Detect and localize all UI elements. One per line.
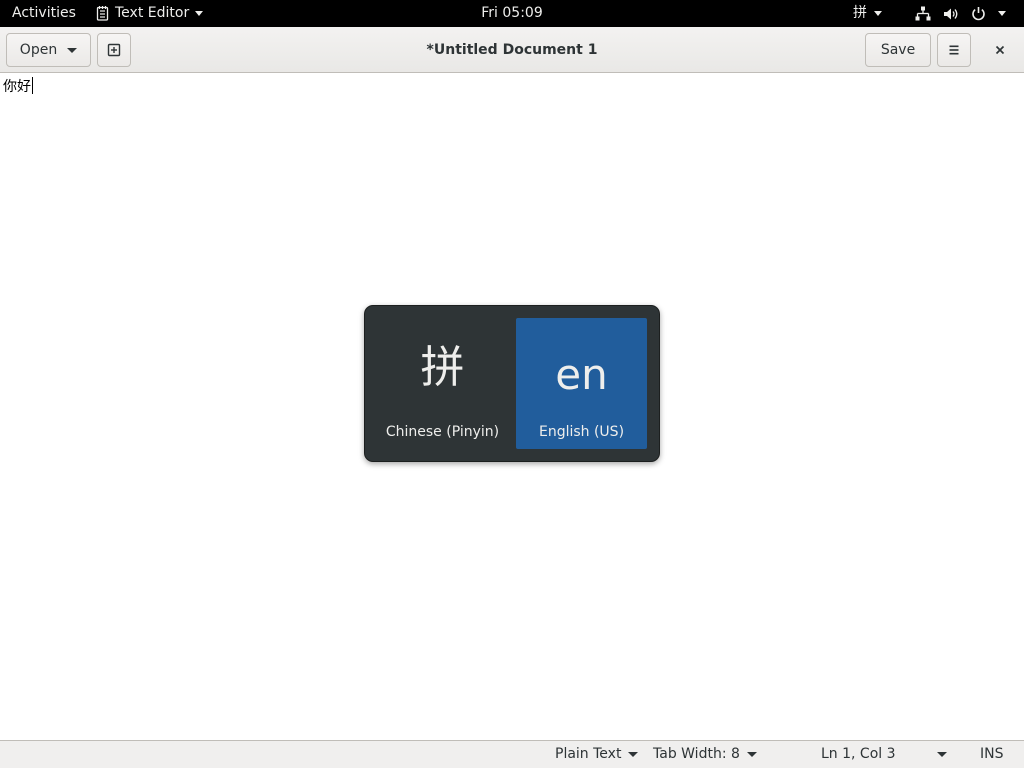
open-button[interactable]: Open <box>6 33 91 67</box>
text-editor-icon <box>96 6 109 21</box>
close-icon <box>995 45 1005 55</box>
open-button-label: Open <box>19 42 58 58</box>
main-menu-button[interactable] <box>937 33 971 67</box>
save-button[interactable]: Save <box>865 33 931 67</box>
chevron-down-icon <box>195 11 204 16</box>
cursor-position-label: Ln 1, Col 3 <box>821 746 896 762</box>
window-title: *Untitled Document 1 <box>426 42 598 58</box>
close-window-button[interactable] <box>983 33 1017 67</box>
input-method-menu[interactable]: 拼 <box>853 0 882 27</box>
chevron-down-icon <box>628 752 639 757</box>
language-label: Plain Text <box>555 746 622 762</box>
text-cursor <box>32 77 33 94</box>
input-source-label: English (US) <box>538 424 625 440</box>
chevron-down-icon <box>67 47 78 53</box>
input-source-chinese-pinyin[interactable]: 拼 Chinese (Pinyin) <box>377 318 508 449</box>
app-menu[interactable]: Text Editor <box>96 0 204 27</box>
input-source-english-us[interactable]: en English (US) <box>516 318 647 449</box>
status-bar: Plain Text Tab Width: 8 Ln 1, Col 3 INS <box>0 740 1024 768</box>
clock[interactable]: Fri 05:09 <box>481 5 542 21</box>
power-icon <box>972 7 985 21</box>
input-source-glyph: en <box>555 350 608 399</box>
input-source-glyph: 拼 <box>420 342 465 393</box>
new-document-button[interactable] <box>97 33 131 67</box>
chevron-down-icon <box>937 752 947 757</box>
editor-content: 你好 <box>3 79 31 95</box>
language-selector[interactable]: Plain Text <box>555 741 639 768</box>
system-status-menu[interactable] <box>915 0 1006 27</box>
activities-button[interactable]: Activities <box>12 0 76 27</box>
input-source-switcher: 拼 Chinese (Pinyin) en English (US) <box>364 305 660 462</box>
save-button-label: Save <box>880 42 916 58</box>
cursor-position-menu[interactable] <box>937 741 947 768</box>
insert-mode-indicator[interactable]: INS <box>980 741 1004 768</box>
volume-icon <box>944 8 958 19</box>
cursor-position[interactable]: Ln 1, Col 3 <box>821 741 896 768</box>
app-name: Text Editor <box>115 5 190 21</box>
tab-width-label: Tab Width: 8 <box>653 746 740 762</box>
chevron-down-icon <box>874 11 882 16</box>
tab-width-selector[interactable]: Tab Width: 8 <box>653 741 757 768</box>
new-tab-icon <box>107 43 121 57</box>
input-source-label: Chinese (Pinyin) <box>385 424 500 440</box>
chevron-down-icon <box>998 11 1006 16</box>
input-method-indicator: 拼 <box>853 5 867 21</box>
network-icon <box>915 6 931 21</box>
editor-line: 你好 <box>3 76 33 96</box>
hamburger-menu-icon <box>949 45 959 55</box>
chevron-down-icon <box>746 752 757 757</box>
top-bar: Activities Text Editor Fri 05:09 拼 <box>0 0 1024 27</box>
insert-mode-label: INS <box>980 746 1004 762</box>
